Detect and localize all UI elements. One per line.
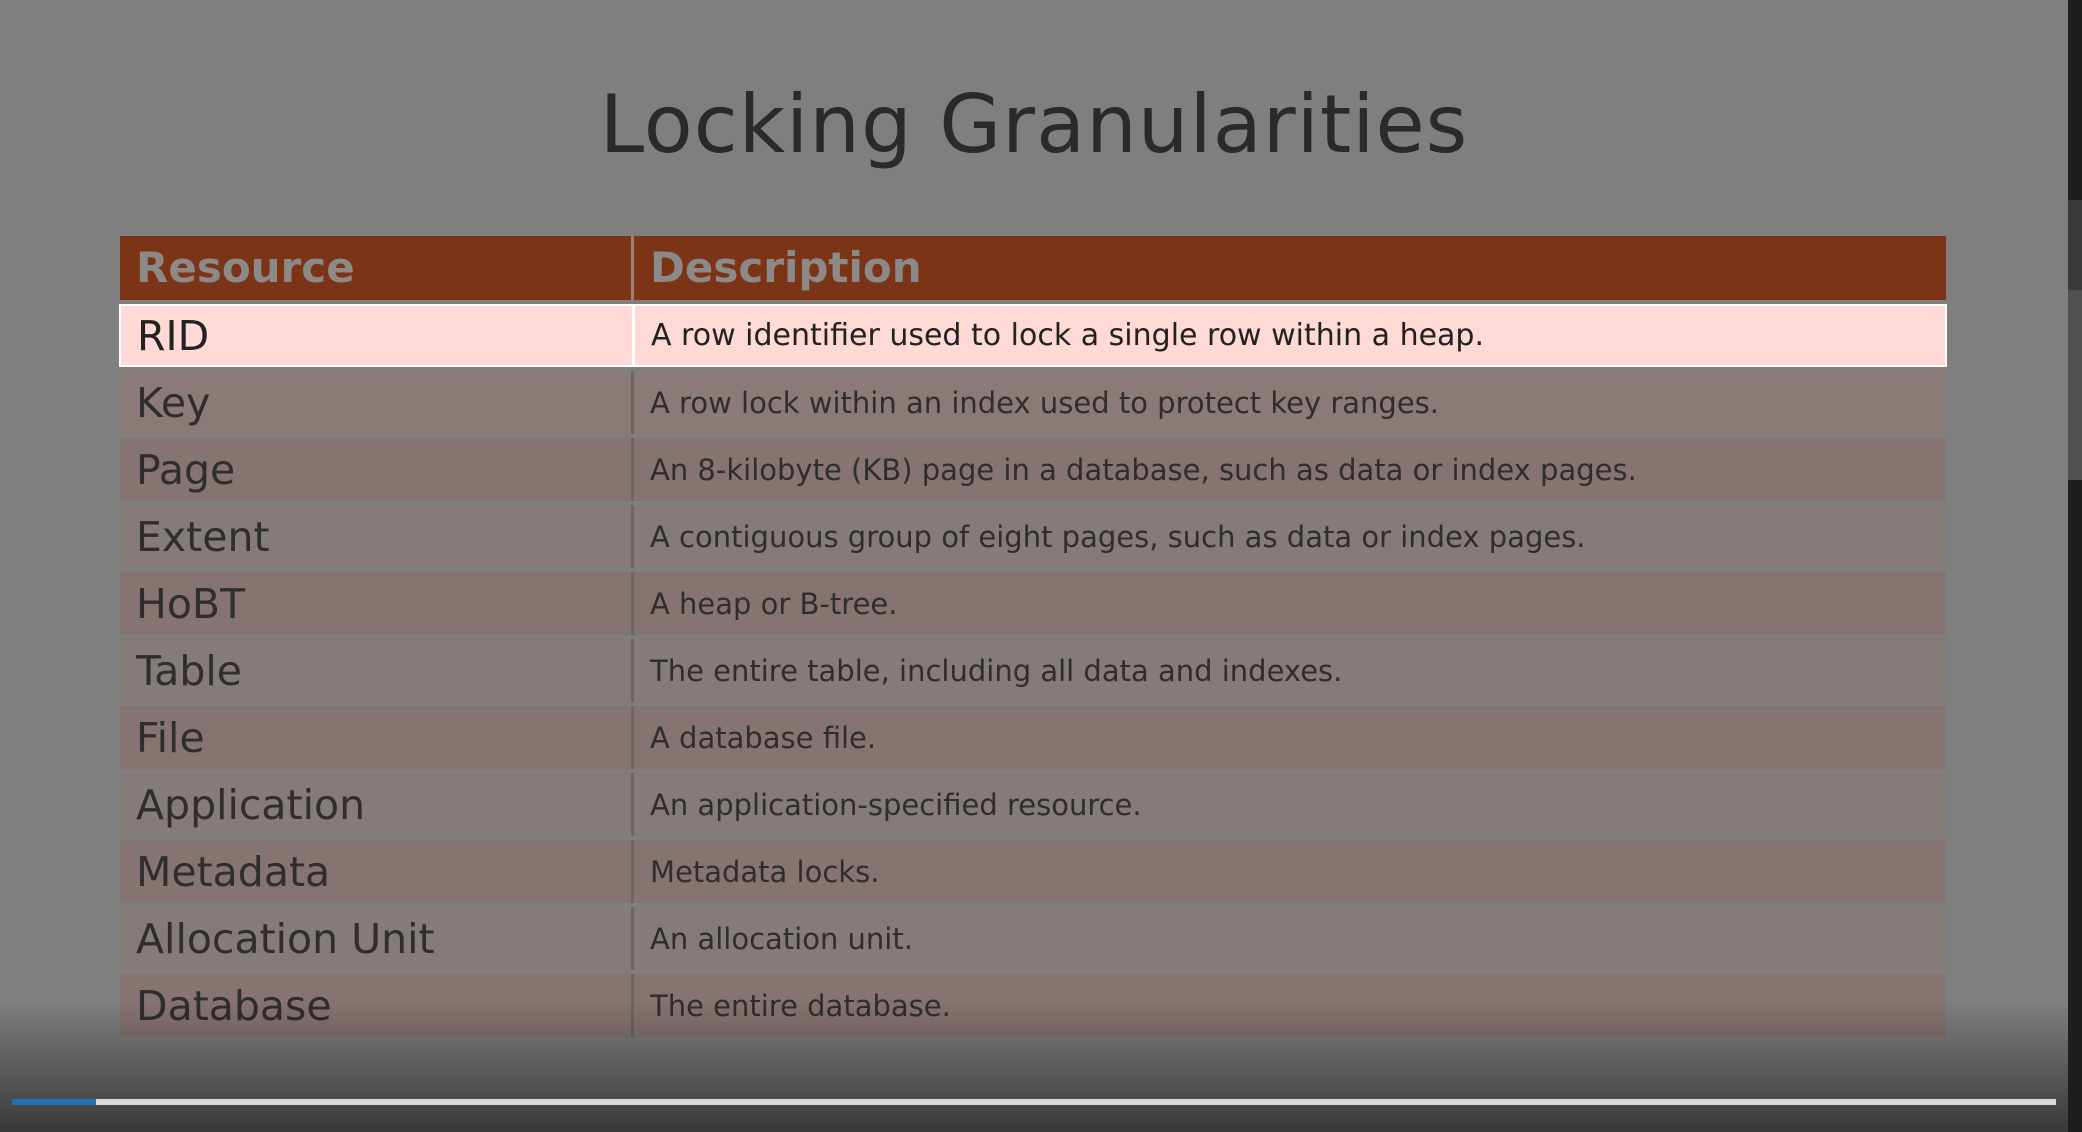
table-row: Application An application-specified res… (120, 773, 1946, 836)
resource-cell: HoBT (120, 572, 634, 635)
table-row: Page An 8-kilobyte (KB) page in a databa… (120, 438, 1946, 501)
description-cell: A heap or B-tree. (650, 586, 898, 621)
table-row: Key A row lock within an index used to p… (120, 371, 1946, 434)
resource-cell: Application (120, 773, 634, 836)
slide-frame: Locking Granularities Resource Descripti… (0, 0, 2068, 1132)
header-description: Description (650, 243, 922, 292)
description-cell: A row identifier used to lock a single r… (651, 318, 1485, 353)
resource-cell: Key (120, 371, 634, 434)
table-row: RID A row identifier used to lock a sing… (119, 304, 1947, 367)
progress-bar[interactable] (12, 1099, 2056, 1105)
table-row: HoBT A heap or B-tree. (120, 572, 1946, 635)
resource-table: Resource Description RID A row identifie… (119, 236, 1947, 1037)
resource-cell: Table (120, 639, 634, 702)
description-cell: The entire table, including all data and… (650, 653, 1343, 688)
description-cell: Metadata locks. (650, 854, 880, 889)
resource-cell: Allocation Unit (120, 907, 634, 970)
progress-played (12, 1099, 96, 1105)
table-header: Resource Description (120, 236, 1946, 300)
side-scrollbar-thumb[interactable] (2068, 290, 2082, 480)
resource-cell: Metadata (120, 840, 634, 903)
resource-cell: Extent (120, 505, 634, 568)
controls-shade (0, 1000, 2068, 1132)
resource-cell: File (120, 706, 634, 769)
description-cell: A database file. (650, 720, 877, 755)
header-resource: Resource (120, 236, 634, 300)
description-cell: An allocation unit. (650, 921, 913, 956)
resource-cell: Page (120, 438, 634, 501)
table-row: Allocation Unit An allocation unit. (120, 907, 1946, 970)
video-player[interactable]: Locking Granularities Resource Descripti… (0, 0, 2082, 1132)
resource-cell: RID (121, 306, 635, 365)
table-row: Table The entire table, including all da… (120, 639, 1946, 702)
description-cell: A contiguous group of eight pages, such … (650, 519, 1586, 554)
description-cell: An application-specified resource. (650, 787, 1142, 822)
table-row: Extent A contiguous group of eight pages… (120, 505, 1946, 568)
table-row: File A database file. (120, 706, 1946, 769)
description-cell: A row lock within an index used to prote… (650, 385, 1439, 420)
table-row: Metadata Metadata locks. (120, 840, 1946, 903)
slide-title: Locking Granularities (599, 78, 1469, 171)
description-cell: An 8-kilobyte (KB) page in a database, s… (650, 452, 1637, 487)
